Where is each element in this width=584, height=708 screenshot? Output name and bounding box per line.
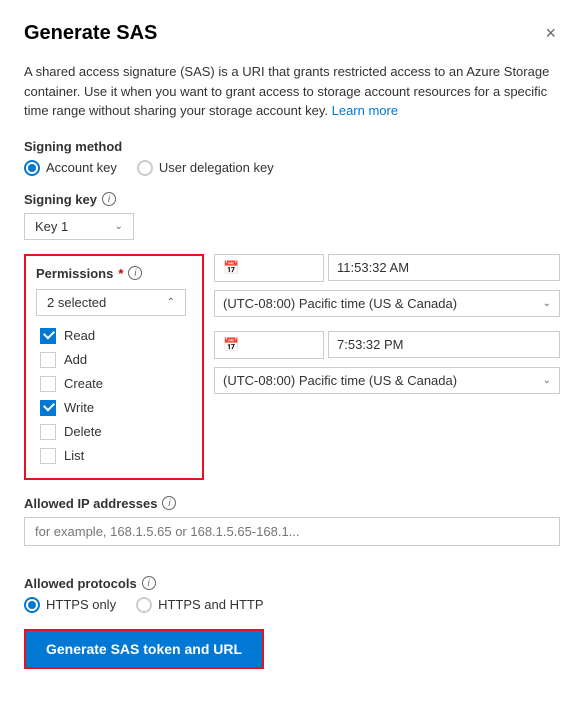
signing-key-section: Signing key i Key 1 ⌄ — [24, 192, 560, 240]
start-date-input[interactable]: 📅 — [214, 254, 324, 282]
signing-key-label: Signing key i — [24, 192, 560, 207]
signing-method-radio-group: Account key User delegation key — [24, 160, 560, 176]
permissions-chevron-icon: ⌃ — [167, 297, 175, 308]
expiry-timezone-select[interactable]: (UTC-08:00) Pacific time (US & Canada) ⌄ — [214, 367, 560, 394]
start-datetime-section: 📅 (UTC-08:00) Pacific time (US & Canada)… — [214, 254, 560, 317]
permissions-checkbox-list: Read Add Create Write — [36, 324, 192, 468]
dialog-header: Generate SAS × — [24, 20, 560, 46]
permission-create[interactable]: Create — [40, 376, 188, 392]
expiry-timezone-value: (UTC-08:00) Pacific time (US & Canada) — [223, 373, 457, 388]
permissions-column: Permissions * i 2 selected ⌃ Read Add — [24, 254, 204, 496]
allowed-protocols-label: Allowed protocols i — [24, 576, 560, 591]
account-key-radio[interactable] — [24, 160, 40, 176]
add-label: Add — [64, 352, 87, 367]
https-only-label: HTTPS only — [46, 597, 116, 612]
protocol-https-only[interactable]: HTTPS only — [24, 597, 116, 613]
user-delegation-label: User delegation key — [159, 160, 274, 175]
expiry-datetime-row: 📅 — [214, 331, 560, 359]
allowed-ip-input[interactable] — [24, 517, 560, 546]
start-time-input[interactable] — [328, 254, 560, 281]
permission-delete[interactable]: Delete — [40, 424, 188, 440]
start-timezone-select[interactable]: (UTC-08:00) Pacific time (US & Canada) ⌄ — [214, 290, 560, 317]
signing-key-value: Key 1 — [35, 219, 68, 234]
signing-method-label: Signing method — [24, 139, 560, 154]
list-checkbox[interactable] — [40, 448, 56, 464]
signing-key-info-icon[interactable]: i — [102, 192, 116, 206]
permissions-label: Permissions * i — [36, 266, 192, 281]
read-label: Read — [64, 328, 95, 343]
write-checkbox[interactable] — [40, 400, 56, 416]
generate-sas-dialog: Generate SAS × A shared access signature… — [0, 0, 584, 708]
generate-sas-button[interactable]: Generate SAS token and URL — [24, 629, 264, 669]
permission-list[interactable]: List — [40, 448, 188, 464]
permissions-required-star: * — [118, 266, 123, 281]
allowed-protocols-info-icon[interactable]: i — [142, 576, 156, 590]
signing-key-select[interactable]: Key 1 ⌄ — [24, 213, 134, 240]
permissions-dropdown-trigger[interactable]: 2 selected ⌃ — [36, 289, 186, 316]
list-label: List — [64, 448, 84, 463]
signing-key-chevron-icon: ⌄ — [115, 221, 123, 232]
start-calendar-icon: 📅 — [223, 260, 239, 276]
user-delegation-radio[interactable] — [137, 160, 153, 176]
create-label: Create — [64, 376, 103, 391]
description-content: A shared access signature (SAS) is a URI… — [24, 64, 549, 118]
delete-checkbox[interactable] — [40, 424, 56, 440]
permission-add[interactable]: Add — [40, 352, 188, 368]
datetime-column: 📅 (UTC-08:00) Pacific time (US & Canada)… — [214, 254, 560, 496]
close-button[interactable]: × — [541, 20, 560, 46]
expiry-date-input[interactable]: 📅 — [214, 331, 324, 359]
permissions-section: Permissions * i 2 selected ⌃ Read Add — [24, 254, 204, 480]
permissions-selected-text: 2 selected — [47, 295, 106, 310]
description-text: A shared access signature (SAS) is a URI… — [24, 62, 560, 121]
read-checkbox[interactable] — [40, 328, 56, 344]
start-datetime-row: 📅 — [214, 254, 560, 282]
write-label: Write — [64, 400, 94, 415]
dialog-title: Generate SAS — [24, 22, 157, 45]
signing-method-account-key[interactable]: Account key — [24, 160, 117, 176]
account-key-label: Account key — [46, 160, 117, 175]
protocol-https-http[interactable]: HTTPS and HTTP — [136, 597, 263, 613]
permission-write[interactable]: Write — [40, 400, 188, 416]
allowed-ip-label: Allowed IP addresses i — [24, 496, 560, 511]
permission-read[interactable]: Read — [40, 328, 188, 344]
delete-label: Delete — [64, 424, 102, 439]
create-checkbox[interactable] — [40, 376, 56, 392]
expiry-calendar-icon: 📅 — [223, 337, 239, 353]
signing-method-section: Signing method Account key User delegati… — [24, 139, 560, 176]
allowed-ip-info-icon[interactable]: i — [162, 496, 176, 510]
expiry-time-input[interactable] — [328, 331, 560, 358]
https-http-label: HTTPS and HTTP — [158, 597, 263, 612]
expiry-datetime-section: 📅 (UTC-08:00) Pacific time (US & Canada)… — [214, 331, 560, 394]
expiry-timezone-chevron-icon: ⌄ — [543, 375, 551, 386]
signing-method-user-delegation[interactable]: User delegation key — [137, 160, 274, 176]
allowed-protocols-section: Allowed protocols i HTTPS only HTTPS and… — [24, 576, 560, 613]
add-checkbox[interactable] — [40, 352, 56, 368]
https-http-radio[interactable] — [136, 597, 152, 613]
allowed-ip-section: Allowed IP addresses i — [24, 496, 560, 562]
start-timezone-chevron-icon: ⌄ — [543, 298, 551, 309]
start-timezone-value: (UTC-08:00) Pacific time (US & Canada) — [223, 296, 457, 311]
main-content: Permissions * i 2 selected ⌃ Read Add — [24, 254, 560, 496]
permissions-info-icon[interactable]: i — [128, 266, 142, 280]
learn-more-link[interactable]: Learn more — [332, 103, 398, 118]
protocols-radio-group: HTTPS only HTTPS and HTTP — [24, 597, 560, 613]
https-only-radio[interactable] — [24, 597, 40, 613]
